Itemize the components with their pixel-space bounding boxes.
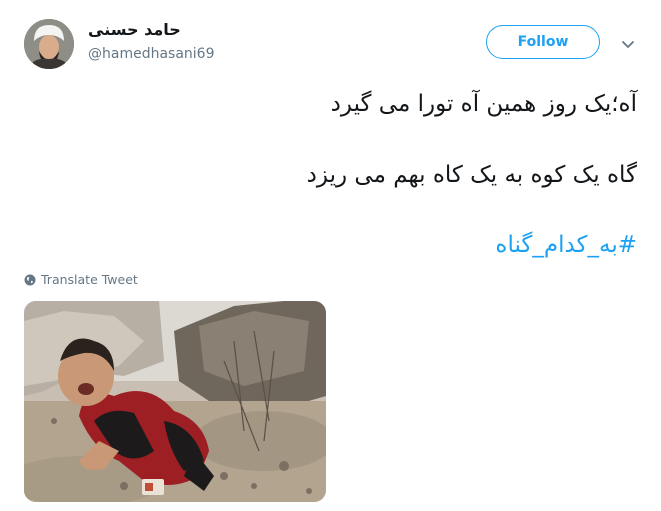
more-options-button[interactable] [620, 36, 636, 52]
translate-tweet-label: Translate Tweet [41, 272, 138, 287]
author-handle[interactable]: @hamedhasani69 [88, 46, 215, 62]
chevron-down-icon [622, 41, 634, 48]
author-display-name[interactable]: حامد حسنی [88, 20, 181, 39]
tweet-text-line-1: آه؛یک روز همین آه تورا می گیرد [330, 91, 637, 117]
user-avatar-icon [24, 19, 74, 69]
hashtag-link[interactable]: #به_کدام_گناه [495, 230, 637, 260]
translate-tweet-link[interactable]: Translate Tweet [24, 272, 138, 287]
photo-crying-child-icon [24, 301, 326, 502]
follow-button[interactable]: Follow [486, 25, 600, 59]
tweet-text-line-2: گاه یک کوه به یک کاه بهم می ریزد [306, 162, 637, 188]
globe-icon [24, 274, 36, 285]
author-avatar[interactable] [24, 19, 74, 69]
tweet-media-photo[interactable] [24, 301, 326, 502]
